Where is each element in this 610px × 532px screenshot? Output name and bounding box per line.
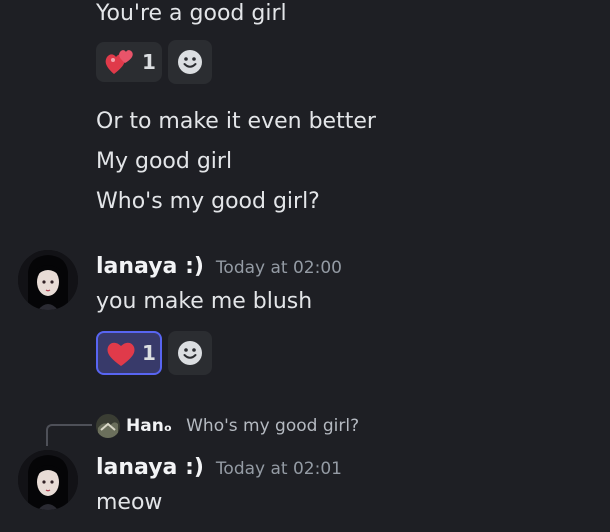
message-line: Or to make it even better [96, 109, 376, 134]
message-text: meow [96, 490, 163, 515]
avatar[interactable] [18, 250, 78, 310]
smiley-icon [177, 49, 203, 75]
message-line: My good girl [96, 149, 233, 174]
reaction-count: 1 [142, 341, 156, 365]
add-reaction-button[interactable] [168, 331, 212, 375]
heart-icon [106, 339, 136, 367]
reaction-heart[interactable]: 1 [96, 331, 162, 375]
reaction-count: 1 [142, 50, 156, 74]
username[interactable]: lanaya :) [96, 254, 204, 279]
add-reaction-button[interactable] [168, 40, 212, 84]
reaction-two-hearts[interactable]: 1 [96, 42, 162, 82]
message-line: You're a good girl [96, 1, 287, 26]
smiley-icon [177, 340, 203, 366]
message-text: you make me blush [96, 289, 313, 314]
reply-preview[interactable]: Hanₒ Who's my good girl? [96, 414, 359, 438]
reply-text: Who's my good girl? [186, 416, 360, 436]
two-hearts-icon [104, 48, 136, 76]
username[interactable]: lanaya :) [96, 455, 204, 480]
reply-connector [46, 424, 92, 446]
reply-username[interactable]: Hanₒ [126, 416, 172, 436]
timestamp: Today at 02:01 [215, 459, 342, 479]
message-line: Who's my good girl? [96, 189, 320, 214]
avatar[interactable] [18, 450, 78, 510]
timestamp: Today at 02:00 [215, 258, 342, 278]
reply-avatar [96, 414, 120, 438]
